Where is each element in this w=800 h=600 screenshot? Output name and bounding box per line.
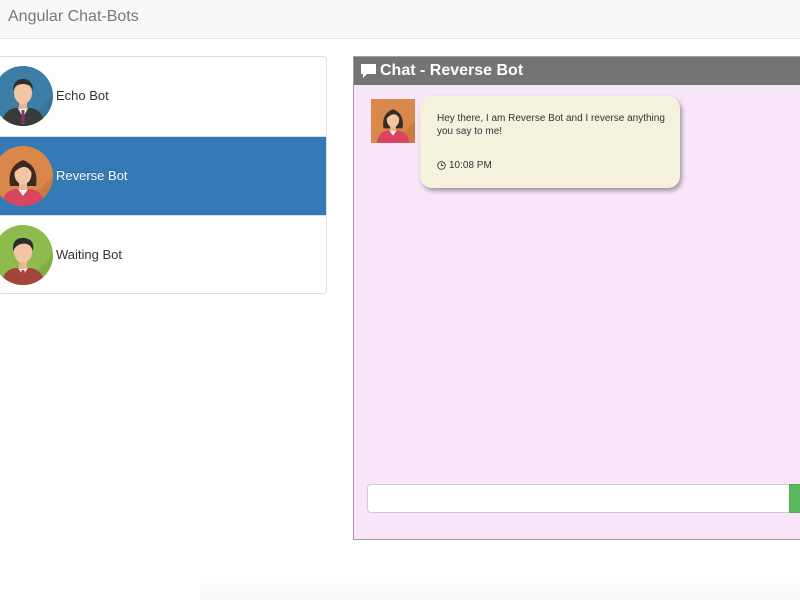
chat-header: Chat - Reverse Bot [354,57,800,85]
navbar: Angular Chat-Bots [0,0,800,39]
avatar [0,66,53,126]
bot-item-waiting[interactable]: Waiting Bot [0,215,326,293]
message-input[interactable] [367,484,790,513]
message-text: Hey there, I am Reverse Bot and I revers… [437,113,665,137]
bot-name: Echo Bot [56,88,109,103]
message-avatar [371,99,415,143]
bottom-shadow [200,578,800,600]
bot-item-echo[interactable]: Echo Bot [0,57,326,136]
message-bubble: Hey there, I am Reverse Bot and I revers… [420,96,680,188]
bot-name: Reverse Bot [56,168,128,183]
clock-icon [437,161,446,170]
avatar-reverse-icon [371,99,415,143]
avatar [0,225,53,285]
brand-title[interactable]: Angular Chat-Bots [8,8,139,26]
bot-item-reverse[interactable]: Reverse Bot [0,136,326,215]
send-button[interactable] [789,484,800,513]
message-time-row: 10:08 PM [437,160,492,171]
bot-list: Echo Bot Reverse Bot Waiting Bot [0,56,327,294]
chat-title: Chat - Reverse Bot [380,62,524,79]
comment-icon [361,64,376,78]
avatar [0,146,53,206]
message-time: 10:08 PM [449,160,492,171]
avatar-waiting-icon [0,225,53,285]
avatar-reverse-icon [0,146,53,206]
avatar-echo-icon [0,66,53,126]
chat-panel: Chat - Reverse Bot Hey there, I am Rever… [353,56,800,540]
bot-name: Waiting Bot [56,247,122,262]
